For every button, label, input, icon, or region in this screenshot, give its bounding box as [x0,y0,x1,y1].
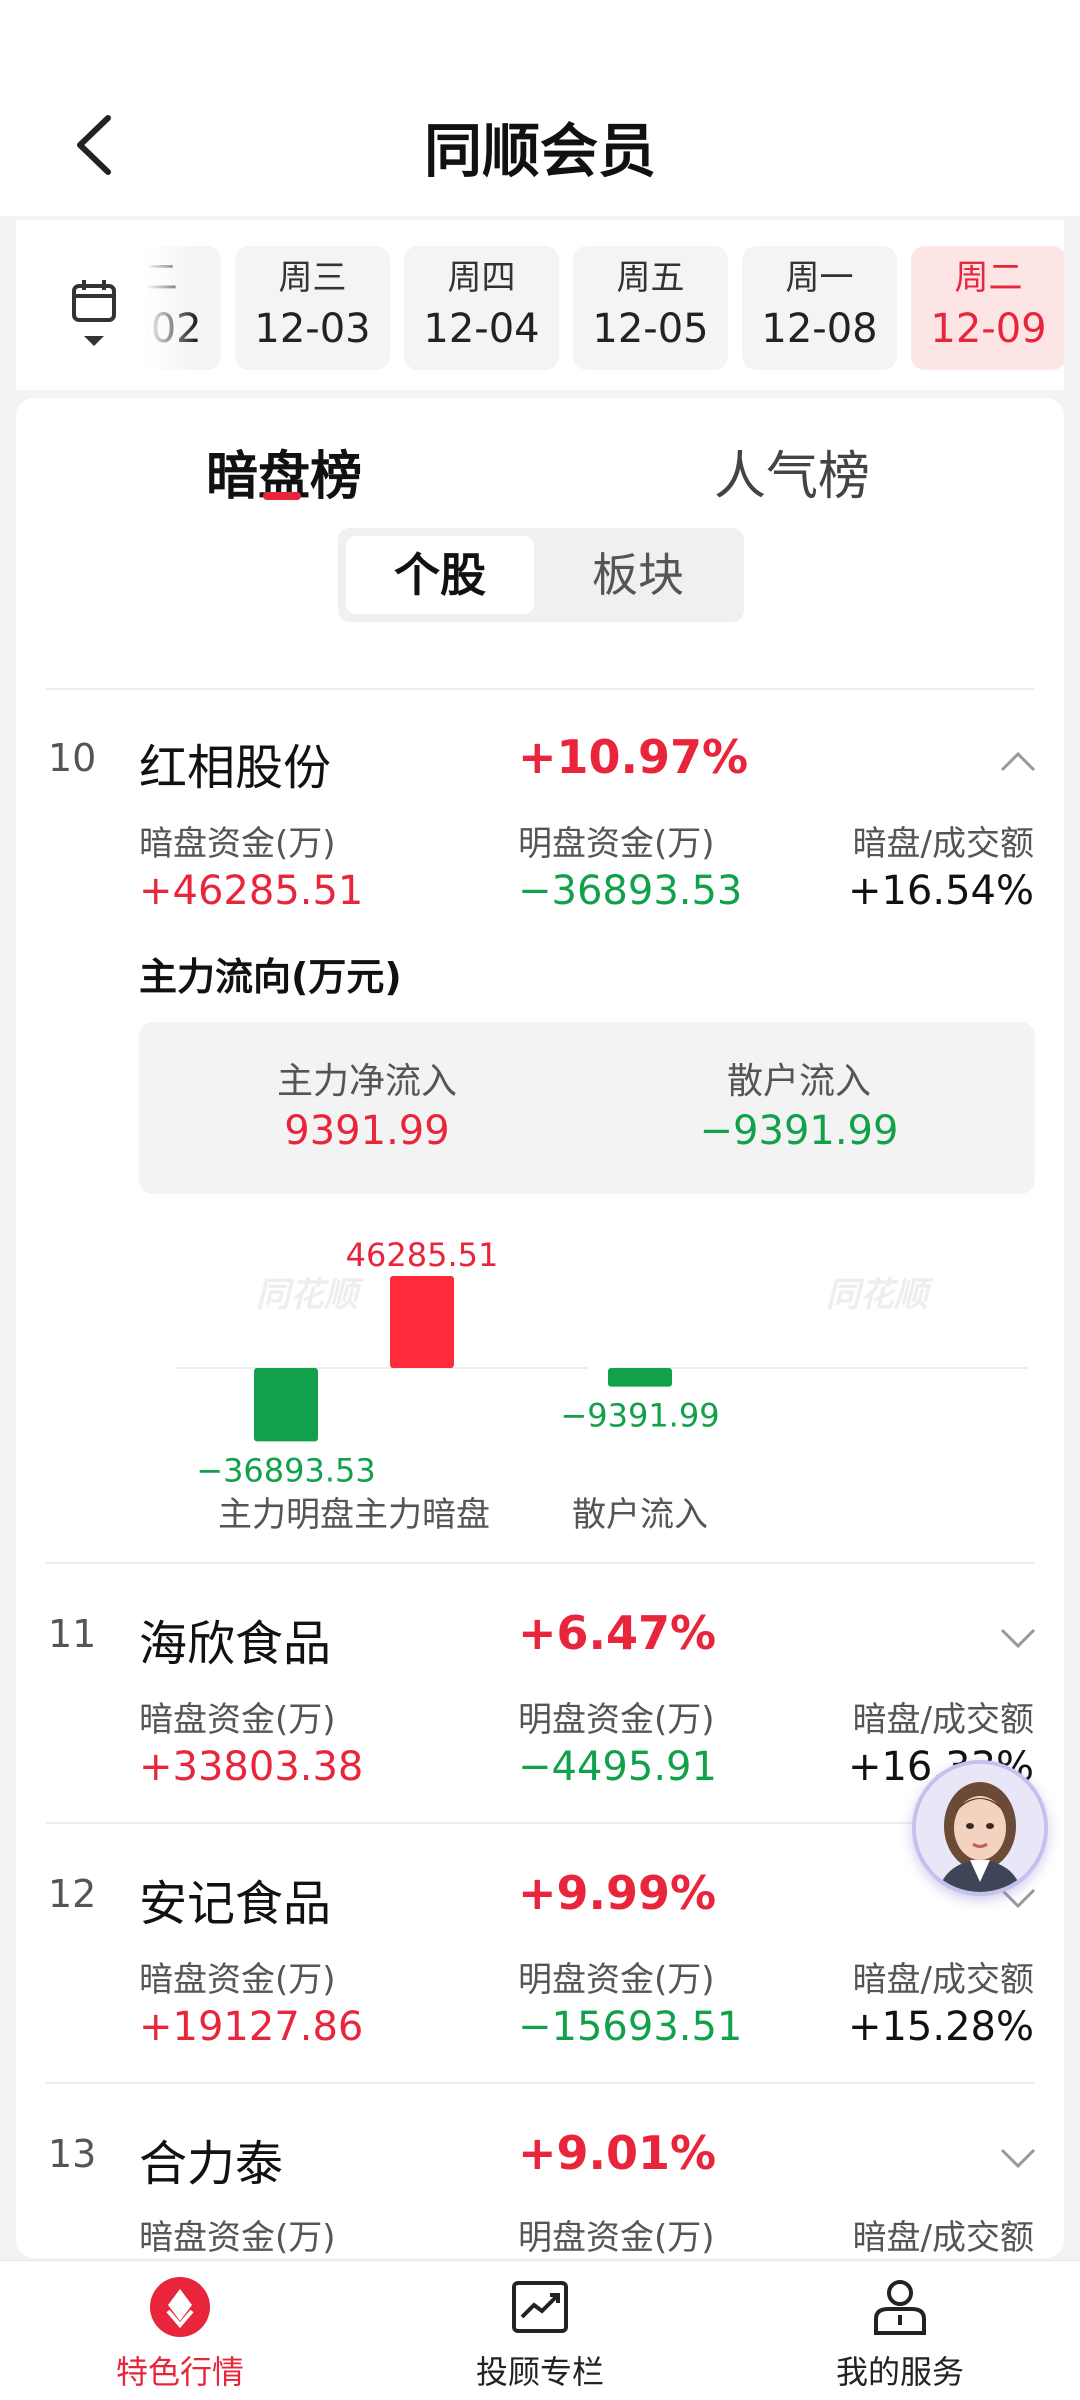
rank-number: 11 [48,1612,97,1656]
assistant-avatar-icon [916,1764,1044,1892]
main-net-label: 主力净流入 [276,1061,457,1102]
segment-control: 个股 板块 [338,528,744,622]
weekday-label: 周一 [785,258,854,298]
dark-fund-value: +19127.86 [139,2004,364,2050]
lit-fund-label: 明盘资金(万) [518,2218,715,2258]
ratio-value: +16.54% [847,868,1034,914]
watermark: 同花顺 [256,1275,364,1315]
date-label: 12-08 [761,306,878,352]
segment-stocks[interactable]: 个股 [346,536,534,614]
my-service-icon [874,2280,926,2335]
lit-fund-label: 明盘资金(万) [518,824,715,864]
chart-bar [608,1368,672,1387]
dark-fund-label: 暗盘资金(万) [139,2218,336,2258]
ranking-card: 暗盘榜 人气榜 个股 板块 10 红相股份 +10.97% 暗盘资金(万) 明盘… [16,398,1064,2258]
advisor-column-icon [512,2281,568,2333]
divider [46,1562,1034,1564]
lit-fund-value: −36893.53 [518,868,743,914]
flow-section-title: 主力流向(万元) [139,955,402,999]
page-title: 同顺会员 [423,117,656,185]
dark-fund-label: 暗盘资金(万) [139,1700,336,1740]
rank-number: 13 [48,2132,97,2176]
retail-label: 散户流入 [726,1061,871,1102]
chart-data-label: −9391.99 [560,1397,719,1435]
flow-summary: 主力净流入 9391.99 散户流入 −9391.99 [139,1022,1035,1194]
price-change: +9.01% [518,2126,717,2180]
segment-sectors[interactable]: 板块 [544,536,732,614]
chevron-down-icon[interactable] [996,2142,1040,2172]
tab-indicator [263,492,301,500]
chart-category-label: 主力明盘 [218,1495,354,1535]
chart-category-label: 散户流入 [572,1495,708,1535]
stock-name[interactable]: 红相股份 [139,728,331,798]
dark-fund-label: 暗盘资金(万) [139,824,336,864]
calendar-button[interactable] [66,276,126,356]
weekday-label: 周三 [278,258,347,298]
chart-data-label: −36893.53 [196,1451,376,1489]
chevron-down-icon[interactable] [996,1622,1040,1652]
stock-name[interactable]: 安记食品 [139,1864,331,1934]
weekday-label: 周二 [954,258,1023,298]
dark-fund-label: 暗盘资金(万) [139,1960,336,2000]
lit-fund-value: −4495.91 [518,1744,717,1790]
lit-fund-label: 明盘资金(万) [518,1700,715,1740]
date-label: 12-03 [254,306,371,352]
price-change: +6.47% [518,1606,717,1660]
date-selector: 周二12-02 周三12-03 周四12-04 周五12-05 周一12-08 … [16,220,1064,390]
divider [46,688,1034,690]
tab-label: 我的服务 [835,2353,964,2391]
scroll-fade [146,246,196,376]
tab-my-service[interactable]: 我的服务 [720,2261,1080,2400]
chart-category-label: 主力暗盘 [354,1495,490,1535]
date-pill[interactable]: 周一 12-08 [742,246,897,370]
bottom-tab-bar: 特色行情 投顾专栏 我的服务 [0,2260,1080,2400]
date-pill-selected[interactable]: 周二 12-09 [911,246,1064,370]
rank-number: 10 [48,736,97,780]
divider [46,1822,1034,1824]
date-scroll[interactable]: 周二12-02 周三12-03 周四12-04 周五12-05 周一12-08 … [146,246,1064,390]
dark-fund-value: +46285.51 [139,868,364,914]
date-label: 12-05 [592,306,709,352]
date-pill[interactable]: 周五 12-05 [573,246,728,370]
weekday-label: 周四 [447,258,516,298]
chart-bar [254,1368,318,1442]
market-feature-icon [150,2277,210,2337]
rank-number: 12 [48,1872,97,1916]
lit-fund-value: −15693.51 [518,2004,743,2050]
retail-value: −9391.99 [699,1108,899,1154]
top-header: 同顺会员 [0,0,1080,216]
tab-advisor-column[interactable]: 投顾专栏 [360,2261,720,2400]
price-change: +10.97% [518,730,749,784]
ratio-label: 暗盘/成交额 [852,824,1034,864]
divider [46,2082,1034,2084]
chevron-up-icon[interactable] [996,746,1040,776]
stock-name[interactable]: 合力泰 [139,2124,283,2194]
dark-fund-value: +33803.38 [139,1744,364,1790]
chart-bar [390,1276,454,1368]
tab-market-feature[interactable]: 特色行情 [0,2261,360,2400]
tab-label: 特色行情 [115,2353,244,2391]
ratio-value: +15.28% [847,2004,1034,2050]
ratio-label: 暗盘/成交额 [852,1960,1034,2000]
chart-data-label: 46285.51 [346,1236,499,1274]
date-label: 12-09 [930,306,1047,352]
ratio-label: 暗盘/成交额 [852,1700,1034,1740]
date-pill[interactable]: 周三 12-03 [235,246,390,370]
lit-fund-label: 明盘资金(万) [518,1960,715,2000]
main-net-value: 9391.99 [284,1108,450,1154]
stock-name[interactable]: 海欣食品 [139,1604,331,1674]
tab-label: 投顾专栏 [475,2353,604,2391]
watermark: 同花顺 [826,1275,934,1315]
price-change: +9.99% [518,1866,717,1920]
weekday-label: 周五 [616,258,685,298]
ratio-label: 暗盘/成交额 [852,2218,1034,2258]
tab-popularity-ranking[interactable]: 人气榜 [714,434,870,509]
assistant-avatar-button[interactable] [912,1760,1048,1896]
date-label: 12-04 [423,306,540,352]
fund-flow-chart: 同花顺 同花顺 −36893.53 主力明盘 46285.51 主力暗盘 −9391.9… [176,1236,1028,1535]
calendar-icon [72,280,116,346]
date-pill[interactable]: 周四 12-04 [404,246,559,370]
